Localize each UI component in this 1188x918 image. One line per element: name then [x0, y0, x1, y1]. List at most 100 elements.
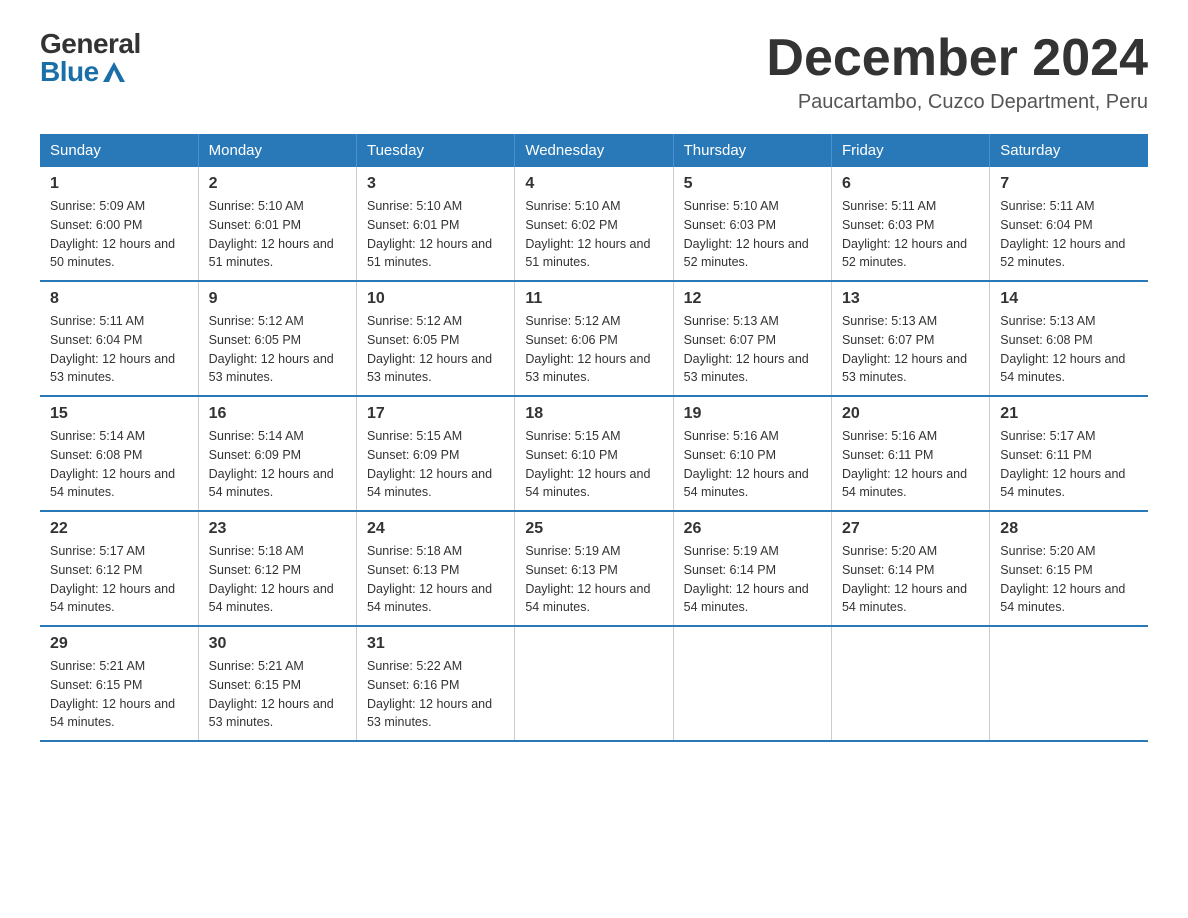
day-info: Sunrise: 5:22 AMSunset: 6:16 PMDaylight:…	[367, 659, 492, 729]
day-info: Sunrise: 5:10 AMSunset: 6:01 PMDaylight:…	[209, 199, 334, 269]
calendar-cell: 29 Sunrise: 5:21 AMSunset: 6:15 PMDaylig…	[40, 626, 198, 741]
day-info: Sunrise: 5:15 AMSunset: 6:10 PMDaylight:…	[525, 429, 650, 499]
calendar-week-row: 29 Sunrise: 5:21 AMSunset: 6:15 PMDaylig…	[40, 626, 1148, 741]
day-number: 27	[842, 520, 979, 538]
calendar-cell: 2 Sunrise: 5:10 AMSunset: 6:01 PMDayligh…	[198, 167, 356, 281]
calendar-header-tuesday: Tuesday	[356, 134, 514, 167]
day-info: Sunrise: 5:21 AMSunset: 6:15 PMDaylight:…	[209, 659, 334, 729]
day-info: Sunrise: 5:14 AMSunset: 6:08 PMDaylight:…	[50, 429, 175, 499]
calendar-cell: 26 Sunrise: 5:19 AMSunset: 6:14 PMDaylig…	[673, 511, 831, 626]
day-number: 25	[525, 520, 662, 538]
day-number: 11	[525, 290, 662, 308]
day-info: Sunrise: 5:09 AMSunset: 6:00 PMDaylight:…	[50, 199, 175, 269]
day-info: Sunrise: 5:16 AMSunset: 6:10 PMDaylight:…	[684, 429, 809, 499]
calendar-cell: 19 Sunrise: 5:16 AMSunset: 6:10 PMDaylig…	[673, 396, 831, 511]
calendar-header-friday: Friday	[831, 134, 989, 167]
day-number: 31	[367, 635, 504, 653]
logo-blue-text: Blue	[40, 58, 125, 86]
calendar-cell: 3 Sunrise: 5:10 AMSunset: 6:01 PMDayligh…	[356, 167, 514, 281]
day-number: 2	[209, 175, 346, 193]
day-number: 14	[1000, 290, 1138, 308]
day-info: Sunrise: 5:17 AMSunset: 6:12 PMDaylight:…	[50, 544, 175, 614]
calendar-header-wednesday: Wednesday	[515, 134, 673, 167]
day-info: Sunrise: 5:20 AMSunset: 6:15 PMDaylight:…	[1000, 544, 1125, 614]
logo-icon	[103, 62, 125, 82]
day-number: 21	[1000, 405, 1138, 423]
day-info: Sunrise: 5:13 AMSunset: 6:08 PMDaylight:…	[1000, 314, 1125, 384]
calendar-cell: 9 Sunrise: 5:12 AMSunset: 6:05 PMDayligh…	[198, 281, 356, 396]
calendar-cell: 16 Sunrise: 5:14 AMSunset: 6:09 PMDaylig…	[198, 396, 356, 511]
day-info: Sunrise: 5:13 AMSunset: 6:07 PMDaylight:…	[842, 314, 967, 384]
calendar-cell: 17 Sunrise: 5:15 AMSunset: 6:09 PMDaylig…	[356, 396, 514, 511]
calendar-cell: 22 Sunrise: 5:17 AMSunset: 6:12 PMDaylig…	[40, 511, 198, 626]
day-number: 18	[525, 405, 662, 423]
calendar-week-row: 1 Sunrise: 5:09 AMSunset: 6:00 PMDayligh…	[40, 167, 1148, 281]
day-number: 6	[842, 175, 979, 193]
day-info: Sunrise: 5:11 AMSunset: 6:03 PMDaylight:…	[842, 199, 967, 269]
calendar-cell: 28 Sunrise: 5:20 AMSunset: 6:15 PMDaylig…	[990, 511, 1148, 626]
calendar-cell: 21 Sunrise: 5:17 AMSunset: 6:11 PMDaylig…	[990, 396, 1148, 511]
calendar-cell: 1 Sunrise: 5:09 AMSunset: 6:00 PMDayligh…	[40, 167, 198, 281]
calendar-cell: 12 Sunrise: 5:13 AMSunset: 6:07 PMDaylig…	[673, 281, 831, 396]
calendar-table: SundayMondayTuesdayWednesdayThursdayFrid…	[40, 134, 1148, 742]
calendar-cell	[831, 626, 989, 741]
day-info: Sunrise: 5:19 AMSunset: 6:13 PMDaylight:…	[525, 544, 650, 614]
calendar-cell: 10 Sunrise: 5:12 AMSunset: 6:05 PMDaylig…	[356, 281, 514, 396]
calendar-cell: 6 Sunrise: 5:11 AMSunset: 6:03 PMDayligh…	[831, 167, 989, 281]
calendar-cell: 25 Sunrise: 5:19 AMSunset: 6:13 PMDaylig…	[515, 511, 673, 626]
calendar-cell: 18 Sunrise: 5:15 AMSunset: 6:10 PMDaylig…	[515, 396, 673, 511]
day-number: 12	[684, 290, 821, 308]
day-number: 23	[209, 520, 346, 538]
calendar-cell: 4 Sunrise: 5:10 AMSunset: 6:02 PMDayligh…	[515, 167, 673, 281]
day-number: 20	[842, 405, 979, 423]
calendar-cell: 31 Sunrise: 5:22 AMSunset: 6:16 PMDaylig…	[356, 626, 514, 741]
calendar-cell	[990, 626, 1148, 741]
calendar-cell: 23 Sunrise: 5:18 AMSunset: 6:12 PMDaylig…	[198, 511, 356, 626]
calendar-header-saturday: Saturday	[990, 134, 1148, 167]
calendar-cell: 27 Sunrise: 5:20 AMSunset: 6:14 PMDaylig…	[831, 511, 989, 626]
day-number: 30	[209, 635, 346, 653]
day-info: Sunrise: 5:20 AMSunset: 6:14 PMDaylight:…	[842, 544, 967, 614]
day-info: Sunrise: 5:10 AMSunset: 6:03 PMDaylight:…	[684, 199, 809, 269]
calendar-cell: 13 Sunrise: 5:13 AMSunset: 6:07 PMDaylig…	[831, 281, 989, 396]
day-info: Sunrise: 5:15 AMSunset: 6:09 PMDaylight:…	[367, 429, 492, 499]
calendar-cell: 30 Sunrise: 5:21 AMSunset: 6:15 PMDaylig…	[198, 626, 356, 741]
calendar-cell	[515, 626, 673, 741]
calendar-header-thursday: Thursday	[673, 134, 831, 167]
day-info: Sunrise: 5:12 AMSunset: 6:05 PMDaylight:…	[367, 314, 492, 384]
calendar-header-monday: Monday	[198, 134, 356, 167]
calendar-body: 1 Sunrise: 5:09 AMSunset: 6:00 PMDayligh…	[40, 167, 1148, 741]
calendar-cell: 15 Sunrise: 5:14 AMSunset: 6:08 PMDaylig…	[40, 396, 198, 511]
day-info: Sunrise: 5:17 AMSunset: 6:11 PMDaylight:…	[1000, 429, 1125, 499]
calendar-cell: 5 Sunrise: 5:10 AMSunset: 6:03 PMDayligh…	[673, 167, 831, 281]
day-info: Sunrise: 5:10 AMSunset: 6:01 PMDaylight:…	[367, 199, 492, 269]
day-number: 15	[50, 405, 188, 423]
day-info: Sunrise: 5:11 AMSunset: 6:04 PMDaylight:…	[1000, 199, 1125, 269]
day-number: 17	[367, 405, 504, 423]
day-info: Sunrise: 5:14 AMSunset: 6:09 PMDaylight:…	[209, 429, 334, 499]
day-number: 8	[50, 290, 188, 308]
day-number: 28	[1000, 520, 1138, 538]
day-number: 26	[684, 520, 821, 538]
page-header: General Blue December 2024 Paucartambo, …	[40, 30, 1148, 114]
day-info: Sunrise: 5:12 AMSunset: 6:06 PMDaylight:…	[525, 314, 650, 384]
calendar-header-sunday: Sunday	[40, 134, 198, 167]
day-info: Sunrise: 5:19 AMSunset: 6:14 PMDaylight:…	[684, 544, 809, 614]
calendar-cell: 20 Sunrise: 5:16 AMSunset: 6:11 PMDaylig…	[831, 396, 989, 511]
day-info: Sunrise: 5:11 AMSunset: 6:04 PMDaylight:…	[50, 314, 175, 384]
calendar-header-row: SundayMondayTuesdayWednesdayThursdayFrid…	[40, 134, 1148, 167]
day-number: 10	[367, 290, 504, 308]
title-area: December 2024 Paucartambo, Cuzco Departm…	[766, 30, 1148, 114]
day-info: Sunrise: 5:18 AMSunset: 6:12 PMDaylight:…	[209, 544, 334, 614]
day-info: Sunrise: 5:21 AMSunset: 6:15 PMDaylight:…	[50, 659, 175, 729]
day-number: 9	[209, 290, 346, 308]
day-number: 16	[209, 405, 346, 423]
day-number: 24	[367, 520, 504, 538]
calendar-cell: 24 Sunrise: 5:18 AMSunset: 6:13 PMDaylig…	[356, 511, 514, 626]
day-info: Sunrise: 5:13 AMSunset: 6:07 PMDaylight:…	[684, 314, 809, 384]
day-number: 19	[684, 405, 821, 423]
calendar-cell: 7 Sunrise: 5:11 AMSunset: 6:04 PMDayligh…	[990, 167, 1148, 281]
page-subtitle: Paucartambo, Cuzco Department, Peru	[766, 91, 1148, 114]
day-number: 22	[50, 520, 188, 538]
day-number: 13	[842, 290, 979, 308]
